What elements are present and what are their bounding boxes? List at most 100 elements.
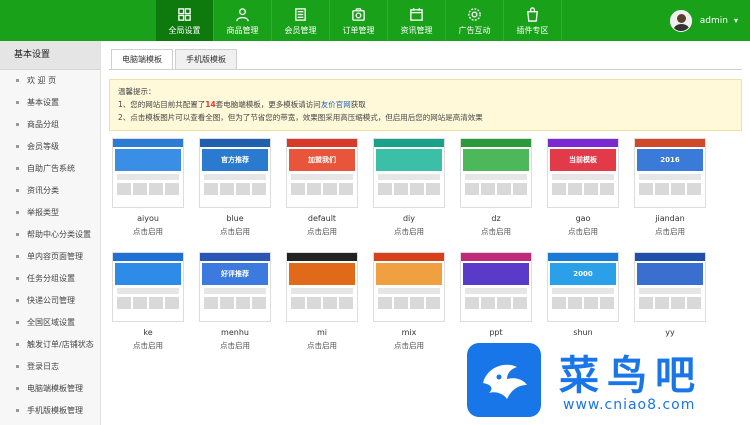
thumbnail-banner-text: 好评推荐 (221, 270, 249, 278)
template-thumbnail[interactable]: 当前模板 (547, 138, 619, 208)
thumbnail-banner-text: 加盟我们 (308, 156, 336, 164)
enable-template-link[interactable]: 点击启用 (373, 340, 445, 351)
bullet-icon (16, 365, 19, 368)
watermark-title: 菜鸟吧 (559, 352, 703, 399)
sidebar-item[interactable]: 任务分组设置 (0, 268, 100, 290)
main-nav: 全局设置 商品管理 会员管理 订单管理 资讯管理 广告互动 插件专区 (156, 0, 562, 41)
notice-line-1: 1、您的网站目前共配置了14套电脑端模板，更多模板请访问友价官网获取 (118, 98, 733, 111)
template-thumbnail[interactable] (112, 252, 184, 322)
sidebar-item-label: 快递公司管理 (27, 296, 75, 305)
nav-item-7[interactable]: 插件专区 (504, 0, 562, 41)
template-card: 加盟我们 default 点击启用 (286, 138, 358, 237)
sidebar-item[interactable]: 商品分组 (0, 114, 100, 136)
nav-item-6[interactable]: 广告互动 (446, 0, 504, 41)
sidebar-item[interactable]: 基本设置 (0, 92, 100, 114)
bullet-icon (16, 145, 19, 148)
nav-item-4[interactable]: 订单管理 (330, 0, 388, 41)
user-menu[interactable]: admin ▾ (669, 0, 750, 41)
sidebar-item-label: 资讯分类 (27, 186, 59, 195)
sidebar-item-label: 帮助中心分类设置 (27, 230, 91, 239)
official-site-link[interactable]: 友价官网 (321, 100, 351, 109)
sidebar-item[interactable]: 资讯分类 (0, 180, 100, 202)
template-thumbnail[interactable] (373, 138, 445, 208)
watermark-url: www.cniao8.com (563, 397, 696, 413)
sidebar-item[interactable]: 欢 迎 页 (0, 70, 100, 92)
sidebar-item[interactable]: 手机版模板管理 (0, 400, 100, 422)
enable-template-link[interactable]: 点击启用 (199, 340, 271, 351)
template-thumbnail[interactable] (460, 252, 532, 322)
template-thumbnail[interactable] (112, 138, 184, 208)
nav-item-label: 全局设置 (168, 25, 201, 35)
nav-item-2[interactable]: 商品管理 (214, 0, 272, 41)
nav-item-1[interactable]: 全局设置 (156, 0, 214, 41)
tab-mobile-templates[interactable]: 手机版模板 (175, 49, 237, 70)
bullet-icon (16, 277, 19, 280)
enable-template-link[interactable]: 点击启用 (286, 226, 358, 237)
tab-pc-templates[interactable]: 电脑端模板 (111, 49, 173, 70)
template-thumbnail[interactable]: 官方推荐 (199, 138, 271, 208)
nav-item-label: 商品管理 (226, 25, 259, 35)
bullet-icon (16, 409, 19, 412)
notice-box: 温馨提示： 1、您的网站目前共配置了14套电脑端模板，更多模板请访问友价官网获取… (109, 79, 742, 131)
enable-template-link[interactable]: 点击启用 (373, 226, 445, 237)
sidebar-item[interactable]: 单内容页面管理 (0, 246, 100, 268)
template-card: diy 点击启用 (373, 138, 445, 237)
template-card: dz 点击启用 (460, 138, 532, 237)
template-card: aiyou 点击启用 (112, 138, 184, 237)
template-thumbnail[interactable] (634, 252, 706, 322)
bullet-icon (16, 101, 19, 104)
template-card: ke 点击启用 (112, 252, 184, 351)
template-grid: aiyou 点击启用 官方推荐 blue 点击启用 加盟我们 default 点击启用 diy 点… (103, 138, 706, 368)
enable-template-link[interactable]: 点击启用 (634, 226, 706, 237)
template-card: mi 点击启用 (286, 252, 358, 351)
template-name: aiyou (137, 214, 159, 223)
template-name: diy (402, 214, 416, 223)
sidebar-item-label: 欢 迎 页 (27, 76, 57, 85)
nav-item-3[interactable]: 会员管理 (272, 0, 330, 41)
sidebar-item[interactable]: 全国区域设置 (0, 312, 100, 334)
sidebar-item[interactable]: 登录日志 (0, 356, 100, 378)
thumbnail-banner-text: 2000 (573, 270, 593, 278)
template-thumbnail[interactable]: 2000 (547, 252, 619, 322)
enable-template-link[interactable]: 点击启用 (460, 226, 532, 237)
template-card: mix 点击启用 (373, 252, 445, 351)
enable-template-link[interactable]: 点击启用 (547, 226, 619, 237)
template-name: mix (401, 328, 417, 337)
enable-template-link[interactable]: 点击启用 (199, 226, 271, 237)
nav-item-5[interactable]: 资讯管理 (388, 0, 446, 41)
bullet-icon (16, 189, 19, 192)
template-name: dz (491, 214, 501, 223)
sidebar-item[interactable]: 触发订单/店铺状态 (0, 334, 100, 356)
template-thumbnail[interactable] (373, 252, 445, 322)
template-card: 2016 jiandan 点击启用 (634, 138, 706, 237)
sidebar-item[interactable]: 会员等级 (0, 136, 100, 158)
sidebar-title: 基本设置 (0, 41, 100, 70)
grid-icon (177, 7, 192, 27)
sidebar-item-label: 手机版模板管理 (27, 406, 83, 415)
chevron-down-icon[interactable]: ▾ (734, 16, 738, 25)
sidebar-item[interactable]: 快递公司管理 (0, 290, 100, 312)
avatar[interactable] (669, 9, 692, 32)
sidebar-item[interactable]: 电脑端模板管理 (0, 378, 100, 400)
notice-title: 温馨提示： (118, 87, 156, 96)
sidebar-item[interactable]: 自助广告系统 (0, 158, 100, 180)
username[interactable]: admin (700, 16, 728, 26)
bullet-icon (16, 387, 19, 390)
template-thumbnail[interactable]: 加盟我们 (286, 138, 358, 208)
template-thumbnail[interactable] (286, 252, 358, 322)
sidebar-item-label: 电脑端模板管理 (27, 384, 83, 393)
sidebar-item[interactable]: 帮助中心分类设置 (0, 224, 100, 246)
notice-line-2: 2、点击模板图片可以查看全图，但为了节省您的带宽，效果图采用高压缩模式，但启用后… (118, 113, 483, 122)
notice-line-1-post: 获取 (350, 100, 366, 109)
template-thumbnail[interactable]: 2016 (634, 138, 706, 208)
enable-template-link[interactable]: 点击启用 (112, 226, 184, 237)
template-name: yy (665, 328, 675, 337)
template-thumbnail[interactable] (460, 138, 532, 208)
sidebar-item[interactable]: 举报类型 (0, 202, 100, 224)
thumbnail-banner-text: 2016 (660, 156, 680, 164)
enable-template-link[interactable]: 点击启用 (286, 340, 358, 351)
enable-template-link[interactable]: 点击启用 (112, 340, 184, 351)
template-thumbnail[interactable]: 好评推荐 (199, 252, 271, 322)
sidebar-item-label: 商品分组 (27, 120, 59, 129)
bullet-icon (16, 211, 19, 214)
